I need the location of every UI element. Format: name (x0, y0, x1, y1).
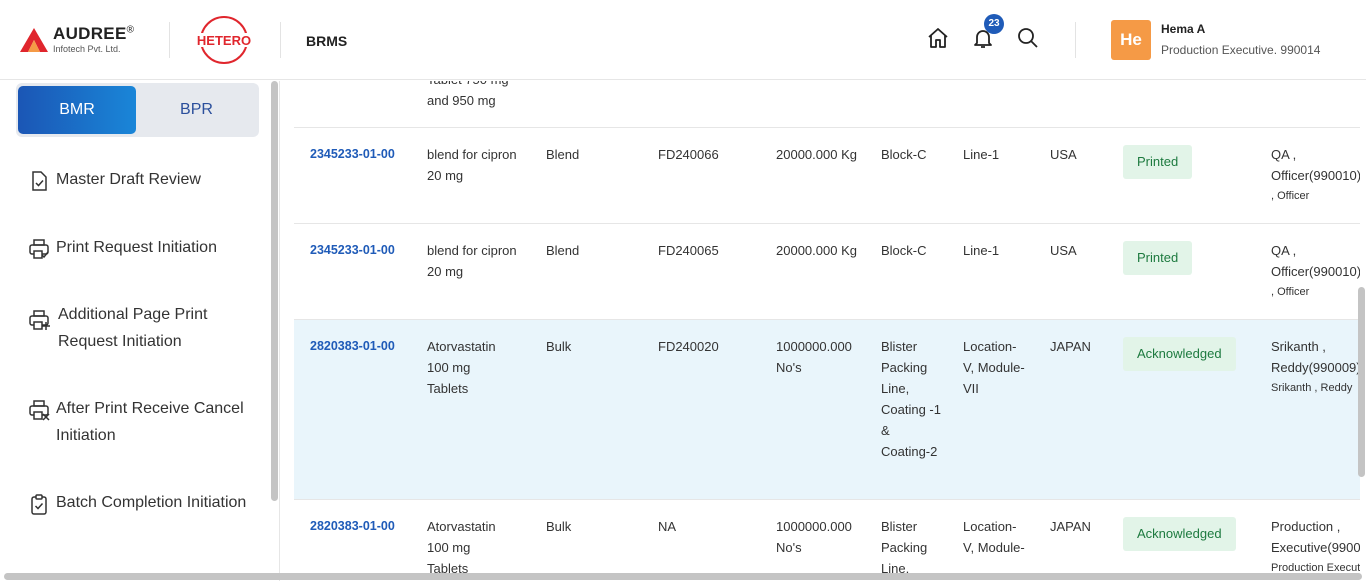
sidebar-item-label: Additional Page Print Request Initiation (58, 306, 208, 350)
block-cell: Block-C (881, 147, 927, 162)
tab-bpr[interactable]: BPR (136, 86, 257, 134)
user-cell: QA , Officer(990010) , Officer (1271, 144, 1360, 207)
home-icon[interactable] (926, 26, 950, 50)
line-cell: Line-1 (963, 243, 1000, 258)
type-cell: Blend (546, 243, 580, 258)
code-cell: NA (658, 519, 677, 534)
user-line: Production Executi (1271, 562, 1360, 573)
batch-table: Tablet 750 mg and 950 mg 2345233-01-00 b… (294, 81, 1360, 573)
batch-id-link[interactable]: 2820383-01-00 (310, 516, 395, 537)
table-row: Tablet 750 mg and 950 mg (294, 81, 1360, 128)
table-row[interactable]: 2345233-01-00 blend for cipron 20 mg Ble… (294, 224, 1360, 320)
notification-badge: 23 (984, 14, 1004, 34)
top-header: AUDREE® Infotech Pvt. Ltd. HETERO BRMS 2… (0, 0, 1366, 80)
app-name: BRMS (306, 33, 348, 49)
tab-bmr[interactable]: BMR (18, 86, 136, 134)
sidebar-scrollbar[interactable] (271, 81, 278, 501)
printer-x-icon (29, 400, 50, 421)
type-cell: Bulk (546, 519, 572, 534)
user-line: QA , (1271, 243, 1297, 258)
code-cell: FD240065 (658, 243, 719, 258)
printer-check-icon (29, 239, 49, 259)
code-cell: FD240020 (658, 339, 719, 354)
quantity-cell: 1000000.000 No's (776, 339, 852, 375)
status-badge: Acknowledged (1123, 517, 1236, 551)
header-divider (169, 22, 170, 58)
clipboard-check-icon (31, 494, 47, 515)
user-line: Srikanth , Reddy (1271, 382, 1353, 394)
country-cell: USA (1050, 147, 1077, 162)
user-cell: QA , Officer(990010) , Officer (1271, 240, 1360, 303)
table-row[interactable]: 2820383-01-00 Atorvastatin 100 mg Tablet… (294, 500, 1360, 573)
user-line: Executive(9900 (1271, 540, 1360, 555)
status-badge: Acknowledged (1123, 337, 1236, 371)
user-line: , Officer (1271, 190, 1310, 202)
user-role: Production Executive. 990014 (1161, 43, 1321, 57)
quantity-cell: 20000.000 Kg (776, 147, 857, 162)
line-cell: Location-V, Module-VII (963, 339, 1025, 396)
audree-logo-icon (20, 28, 48, 52)
sidebar: BMR BPR Master Draft Review Print Reques… (0, 81, 280, 581)
document-check-icon (32, 171, 47, 191)
country-cell: USA (1050, 243, 1077, 258)
batch-id-link[interactable]: 2345233-01-00 (310, 240, 395, 261)
header-divider (280, 22, 281, 58)
bmr-bpr-toggle: BMR BPR (16, 83, 259, 137)
table-row[interactable]: 2820383-01-00 Atorvastatin 100 mg Tablet… (294, 320, 1360, 500)
audree-logo[interactable]: AUDREE® Infotech Pvt. Ltd. (20, 24, 150, 58)
line-cell: Line-1 (963, 147, 1000, 162)
type-cell: Blend (546, 147, 580, 162)
product-cell: Tablet 750 mg and 950 mg (427, 81, 509, 108)
user-line: , Officer (1271, 286, 1310, 298)
country-cell: JAPAN (1050, 339, 1091, 354)
table-vertical-scrollbar[interactable] (1358, 287, 1365, 477)
sidebar-item-label: Print Request Initiation (56, 239, 217, 256)
header-divider (1075, 22, 1076, 58)
hetero-logo: HETERO (193, 16, 255, 64)
status-badge: Printed (1123, 145, 1193, 179)
block-cell: Blister Packing Line, Coating -1 & Coati… (881, 339, 941, 459)
block-cell: Blister Packing Line, (881, 519, 928, 573)
search-icon[interactable] (1016, 26, 1040, 50)
sidebar-item-label: After Print Receive Cancel Initiation (56, 400, 244, 444)
brand-name: AUDREE® (53, 24, 135, 43)
batch-id-link[interactable]: 2345233-01-00 (310, 144, 395, 165)
user-line: QA , (1271, 147, 1297, 162)
user-cell: Production , Executive(9900 Production E… (1271, 516, 1360, 573)
block-cell: Block-C (881, 243, 927, 258)
sidebar-item-label: Master Draft Review (56, 171, 201, 188)
user-line: Srikanth , (1271, 339, 1326, 354)
table-row[interactable]: 2345233-01-00 blend for cipron 20 mg Ble… (294, 128, 1360, 224)
user-cell: Srikanth , Reddy(990009) Srikanth , Redd… (1271, 336, 1360, 399)
brand-subtitle: Infotech Pvt. Ltd. (53, 44, 121, 54)
quantity-cell: 1000000.000 No's (776, 519, 852, 555)
sidebar-item-label: Batch Completion Initiation (56, 494, 247, 511)
user-name: Hema A (1161, 22, 1206, 36)
product-cell: blend for cipron 20 mg (427, 243, 517, 279)
user-line: Reddy(990009) (1271, 360, 1360, 375)
avatar[interactable]: He (1111, 20, 1151, 60)
printer-plus-icon (29, 310, 50, 330)
country-cell: JAPAN (1050, 519, 1091, 534)
user-line: Officer(990010) (1271, 168, 1360, 183)
table-horizontal-scrollbar[interactable] (4, 573, 1362, 580)
status-badge: Printed (1123, 241, 1193, 275)
user-line: Production , (1271, 519, 1341, 534)
hetero-logo-text: HETERO (197, 33, 251, 48)
product-cell: Atorvastatin 100 mg Tablets (427, 339, 496, 396)
batch-id-link[interactable]: 2820383-01-00 (310, 336, 395, 357)
line-cell: Location-V, Module- (963, 519, 1025, 555)
product-cell: blend for cipron 20 mg (427, 147, 517, 183)
user-line: Officer(990010) (1271, 264, 1360, 279)
product-cell: Atorvastatin 100 mg Tablets (427, 519, 496, 573)
quantity-cell: 20000.000 Kg (776, 243, 857, 258)
type-cell: Bulk (546, 339, 572, 354)
code-cell: FD240066 (658, 147, 719, 162)
